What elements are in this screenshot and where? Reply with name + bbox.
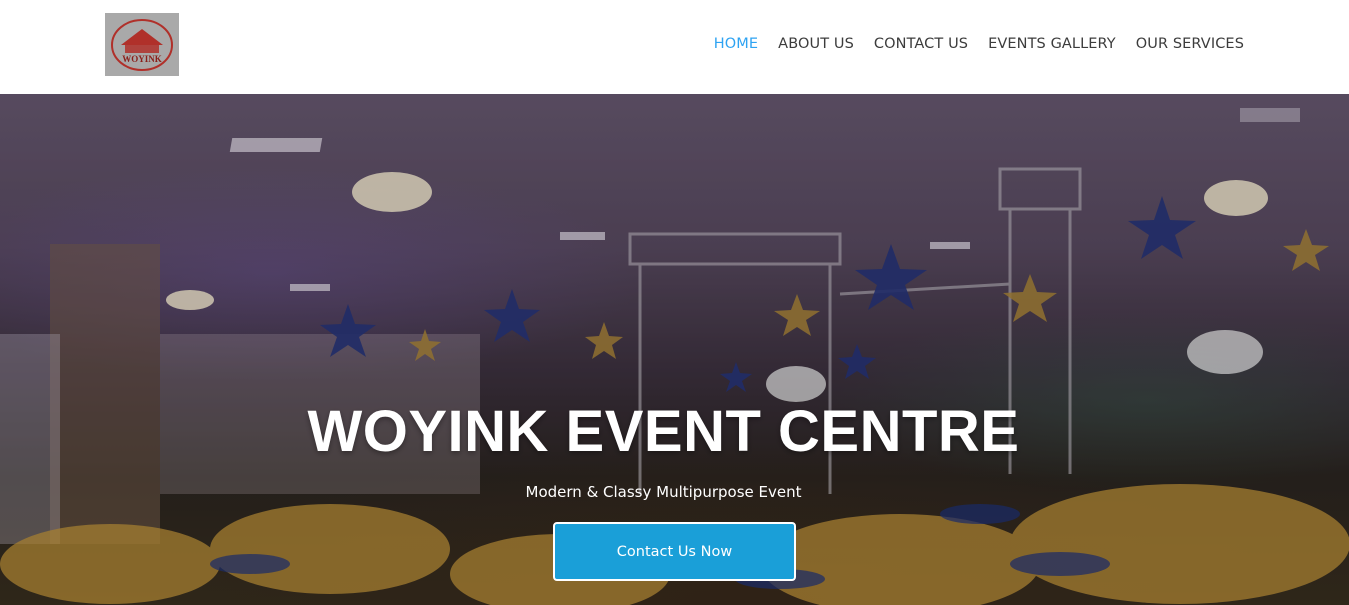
hero-title: WOYINK EVENT CENTRE [307, 399, 1020, 464]
nav-about-us[interactable]: ABOUT US [778, 34, 854, 54]
site-logo[interactable]: WOYINK [105, 13, 179, 76]
hero-banner: WOYINK EVENT CENTRE Modern & Classy Mult… [0, 94, 1349, 605]
nav-events-gallery[interactable]: EVENTS GALLERY [988, 34, 1116, 54]
nav-contact-us[interactable]: CONTACT US [874, 34, 968, 54]
contact-us-now-button[interactable]: Contact Us Now [553, 522, 796, 581]
logo-emblem-icon: WOYINK [111, 18, 173, 71]
main-nav: HOME ABOUT US CONTACT US EVENTS GALLERY … [714, 34, 1244, 54]
site-header: WOYINK HOME ABOUT US CONTACT US EVENTS G… [0, 0, 1349, 94]
logo-text: WOYINK [122, 54, 162, 64]
hero-subtitle: Modern & Classy Multipurpose Event [525, 483, 802, 501]
nav-our-services[interactable]: OUR SERVICES [1136, 34, 1244, 54]
nav-home[interactable]: HOME [714, 34, 758, 54]
